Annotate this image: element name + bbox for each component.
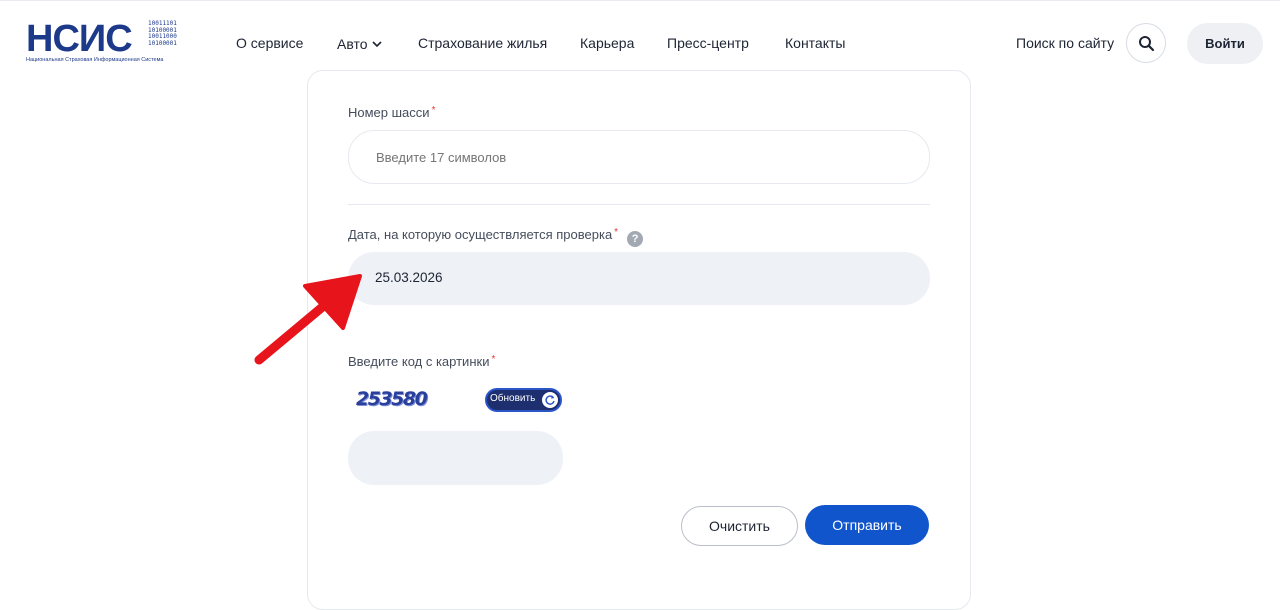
required-mark: * (614, 227, 619, 238)
logo-wordmark: НСИС (26, 18, 133, 60)
help-icon[interactable]: ? (627, 231, 644, 247)
logo-binary-pattern: 10011101 10100001 10011000 10100001 (148, 20, 177, 47)
check-date-label: Дата, на которую осуществляется проверка… (348, 227, 644, 247)
nav-home-insurance[interactable]: Страхование жилья (418, 35, 547, 51)
chassis-label: Номер шасси * (348, 105, 435, 120)
nav-contacts[interactable]: Контакты (785, 35, 845, 51)
check-date-input[interactable]: 25.03.2026 (348, 252, 930, 305)
login-button[interactable]: Войти (1187, 23, 1263, 64)
submit-button[interactable]: Отправить (805, 505, 929, 545)
annotation-arrow-icon (254, 274, 362, 365)
search-label[interactable]: Поиск по сайту (1016, 35, 1114, 51)
captcha-input[interactable] (348, 431, 563, 485)
nsis-logo[interactable]: НСИС 10011101 10100001 10011000 10100001… (26, 19, 191, 67)
logo-subtitle: Национальная Страховая Информационная Си… (26, 57, 164, 63)
nav-press-center[interactable]: Пресс-центр (667, 35, 749, 51)
clear-button[interactable]: Очистить (681, 506, 798, 546)
search-icon (1139, 36, 1155, 52)
check-date-label-text: Дата, на которую осуществляется проверка (348, 227, 613, 242)
chevron-down-icon (371, 35, 382, 51)
required-mark: * (431, 105, 436, 116)
captcha-refresh-button[interactable]: Обновить (485, 388, 562, 412)
refresh-icon (542, 392, 558, 408)
chassis-number-input[interactable] (348, 130, 930, 184)
captcha-image: 253580 (356, 388, 428, 410)
required-mark: * (491, 354, 496, 365)
nav-auto[interactable]: Авто (337, 35, 382, 52)
nav-career[interactable]: Карьера (580, 35, 634, 51)
nav-about[interactable]: О сервисе (236, 35, 303, 51)
captcha-label: Введите код с картинки * (348, 354, 495, 369)
divider (348, 204, 930, 205)
refresh-label: Обновить (490, 393, 536, 404)
chassis-label-text: Номер шасси (348, 105, 430, 120)
nav-auto-label: Авто (337, 36, 368, 52)
search-button[interactable] (1126, 23, 1166, 63)
